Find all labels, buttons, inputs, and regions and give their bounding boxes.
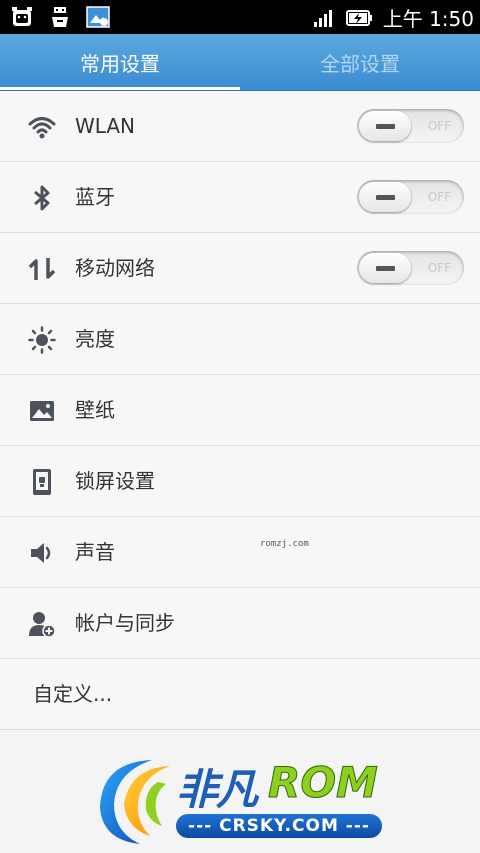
- toggle-state-label: OFF: [427, 119, 451, 133]
- bluetooth-icon: [34, 185, 50, 211]
- settings-row-wallpaper[interactable]: 壁纸: [0, 375, 480, 446]
- account-add-icon: [29, 612, 56, 638]
- settings-row-lockscreen[interactable]: 锁屏设置: [0, 446, 480, 517]
- volume-icon: [31, 543, 51, 563]
- toggle-knob: [359, 111, 411, 141]
- settings-row-wlan[interactable]: WLAN OFF: [0, 91, 480, 162]
- settings-row-label: 声音: [75, 540, 115, 564]
- mobile-network-toggle[interactable]: OFF: [357, 251, 464, 285]
- settings-row-bluetooth[interactable]: 蓝牙 OFF: [0, 162, 480, 233]
- settings-row-mobile-network[interactable]: 移动网络 OFF: [0, 233, 480, 304]
- mobile-data-icon: [28, 258, 56, 280]
- brightness-icon: [28, 326, 56, 354]
- settings-row-sound[interactable]: 声音: [0, 517, 480, 588]
- bluetooth-toggle[interactable]: OFF: [357, 180, 464, 214]
- notification-icons: [10, 5, 110, 29]
- logo-text-rom: ROM: [268, 758, 379, 808]
- settings-row-label: 亮度: [75, 327, 115, 351]
- lockscreen-icon: [33, 469, 51, 495]
- settings-row-customize[interactable]: 自定义...: [0, 659, 480, 730]
- battery-charging-icon: [345, 9, 372, 26]
- clock: 上午 1:50: [382, 7, 474, 31]
- system-indicators: 上午 1:50: [313, 3, 474, 32]
- settings-list: WLAN OFF 蓝牙 OFF 移动网络 OFF 亮度 壁纸 锁屏设置 声音 帐…: [0, 91, 480, 730]
- wlan-toggle[interactable]: OFF: [357, 109, 464, 143]
- screenshot-icon: [86, 6, 110, 28]
- settings-row-accounts-sync[interactable]: 帐户与同步: [0, 588, 480, 659]
- toggle-state-label: OFF: [427, 261, 451, 275]
- toggle-state-label: OFF: [427, 190, 451, 204]
- settings-row-label: 帐户与同步: [75, 611, 175, 635]
- signal-icon: [313, 9, 332, 27]
- wallpaper-icon: [30, 401, 54, 421]
- tab-common-settings[interactable]: 常用设置: [0, 34, 240, 90]
- settings-row-label: WLAN: [75, 114, 136, 138]
- usb-debug-icon: [52, 7, 68, 27]
- tab-all-settings[interactable]: 全部设置: [240, 34, 480, 90]
- logo-domain: --- CRSKY.COM ---: [176, 814, 382, 838]
- settings-row-label: 移动网络: [75, 256, 155, 280]
- toggle-knob: [359, 182, 411, 212]
- settings-row-brightness[interactable]: 亮度: [0, 304, 480, 375]
- alarm-icon: [12, 7, 32, 26]
- settings-row-label: 壁纸: [75, 398, 115, 422]
- crsky-rom-logo: 非凡 ROM --- CRSKY.COM ---: [92, 752, 392, 848]
- settings-row-label: 锁屏设置: [75, 469, 155, 493]
- wifi-icon: [28, 117, 56, 139]
- active-tab-indicator: [0, 87, 240, 90]
- status-bar: 上午 1:50: [0, 0, 480, 34]
- settings-tab-bar: 常用设置 全部设置: [0, 34, 480, 91]
- settings-row-label: 自定义...: [33, 682, 113, 706]
- watermark-text: romzj.com: [260, 539, 309, 549]
- logo-text-cn: 非凡: [176, 765, 258, 814]
- toggle-knob: [359, 253, 411, 283]
- swoosh-logo-icon: [100, 760, 170, 844]
- settings-row-label: 蓝牙: [75, 185, 115, 209]
